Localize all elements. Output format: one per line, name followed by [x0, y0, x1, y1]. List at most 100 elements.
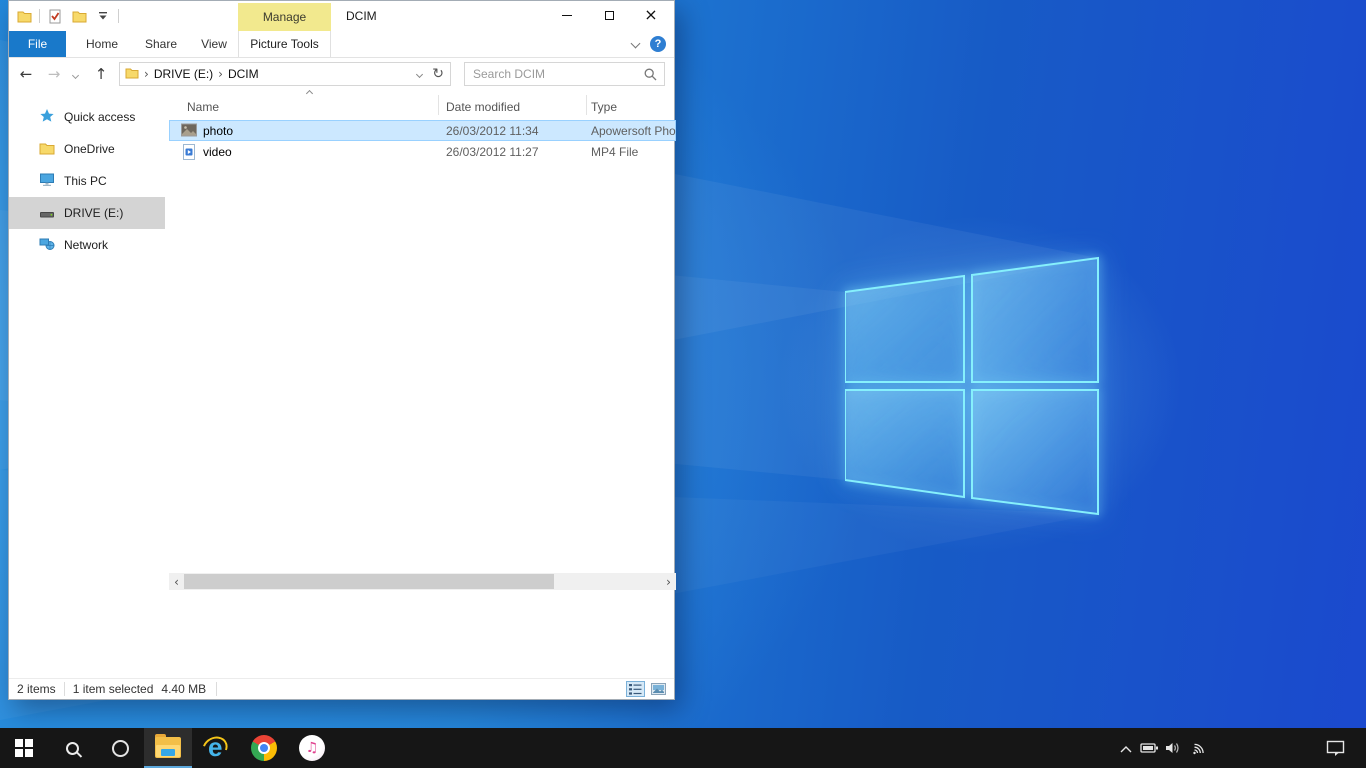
- file-date-modified: 26/03/2012 11:34: [446, 124, 539, 138]
- sidebar-item-label: DRIVE (E:): [64, 206, 123, 220]
- sidebar-item-network[interactable]: Network: [9, 229, 169, 261]
- scrollbar-thumb[interactable]: [184, 574, 554, 589]
- action-center-icon: [1326, 740, 1346, 757]
- taskbar-file-explorer-button[interactable]: [144, 728, 192, 768]
- taskbar-search-button[interactable]: [48, 728, 96, 768]
- breadcrumb-drive[interactable]: DRIVE (E:): [154, 67, 213, 81]
- search-icon: [66, 742, 79, 755]
- taskbar-chrome-button[interactable]: [240, 728, 288, 768]
- breadcrumb-chevron: ›: [139, 67, 154, 81]
- back-button[interactable]: ←: [14, 61, 38, 87]
- view-switcher: [626, 681, 668, 697]
- tab-file[interactable]: File: [9, 31, 66, 57]
- breadcrumb-folder-icon: [120, 66, 139, 82]
- tab-view[interactable]: View: [189, 31, 239, 57]
- sort-ascending-icon[interactable]: [307, 91, 315, 97]
- breadcrumb-dcim[interactable]: DCIM: [228, 67, 259, 81]
- navigation-toolbar: ← → ↑ › DRIVE (E:) › DCIM ↻: [9, 58, 674, 91]
- sidebar-item-drive-e[interactable]: DRIVE (E:): [9, 197, 165, 229]
- manage-contextual-group[interactable]: Manage: [238, 3, 331, 31]
- scroll-left-arrow[interactable]: ‹: [169, 573, 184, 590]
- thumbnails-view-button[interactable]: [649, 681, 668, 697]
- recent-locations-button[interactable]: [68, 70, 82, 80]
- column-divider[interactable]: [586, 95, 587, 115]
- maximize-button[interactable]: [588, 1, 630, 29]
- navigation-pane: Quick access OneDrive This PC: [9, 101, 169, 261]
- quick-access-star-icon: [39, 108, 55, 126]
- sidebar-item-onedrive[interactable]: OneDrive: [9, 133, 169, 165]
- horizontal-scrollbar[interactable]: ‹ ›: [169, 573, 676, 590]
- file-type: Apowersoft Pho: [591, 124, 676, 138]
- address-bar[interactable]: › DRIVE (E:) › DCIM ↻: [119, 62, 451, 86]
- tab-home[interactable]: Home: [71, 31, 133, 57]
- desktop: Manage DCIM × File Home Share View Pictu…: [0, 0, 1366, 768]
- thumbnails-view-icon: [651, 683, 666, 695]
- chevron-up-icon: [1119, 745, 1133, 754]
- expand-ribbon-button[interactable]: [632, 40, 640, 48]
- customize-toolbar-icon[interactable]: [94, 7, 112, 25]
- internet-explorer-icon: e: [201, 734, 231, 762]
- window-title: DCIM: [346, 9, 377, 23]
- forward-button[interactable]: →: [42, 61, 66, 87]
- chevron-down-icon: [71, 71, 78, 78]
- battery-icon: [1140, 740, 1160, 756]
- search-input[interactable]: [473, 63, 638, 85]
- column-divider[interactable]: [438, 95, 439, 115]
- sidebar-item-label: This PC: [64, 174, 107, 188]
- qat-separator: [118, 9, 119, 23]
- action-center-button[interactable]: [1326, 740, 1346, 760]
- monitor-icon: [39, 172, 55, 190]
- titlebar[interactable]: Manage DCIM ×: [9, 1, 674, 31]
- hidden-icons-button[interactable]: [1119, 743, 1133, 757]
- taskbar: e ♫: [0, 728, 1366, 768]
- close-icon: ×: [644, 7, 657, 23]
- close-button[interactable]: ×: [630, 1, 672, 29]
- start-button[interactable]: [0, 728, 48, 768]
- battery-indicator[interactable]: [1140, 740, 1160, 759]
- address-dropdown-button[interactable]: [417, 72, 422, 77]
- up-button[interactable]: ↑: [89, 61, 113, 87]
- selection-size: 4.40 MB: [161, 682, 206, 696]
- refresh-button[interactable]: ↻: [432, 66, 444, 82]
- volume-indicator[interactable]: [1165, 740, 1183, 759]
- taskbar-itunes-button[interactable]: ♫: [288, 728, 336, 768]
- window-controls: ×: [546, 1, 672, 29]
- file-date-modified: 26/03/2012 11:27: [446, 145, 539, 159]
- speaker-icon: [1165, 740, 1183, 756]
- details-view-button[interactable]: [626, 681, 645, 697]
- file-explorer-window: Manage DCIM × File Home Share View Pictu…: [8, 0, 675, 700]
- sidebar-item-quick-access[interactable]: Quick access: [9, 101, 169, 133]
- column-header-type[interactable]: Type: [591, 93, 676, 117]
- explorer-folder-icon[interactable]: [15, 7, 33, 25]
- new-folder-icon[interactable]: [70, 7, 88, 25]
- chevron-up-icon: [306, 90, 313, 97]
- scroll-right-arrow[interactable]: ›: [661, 573, 676, 590]
- file-row-photo[interactable]: photo 26/03/2012 11:34 Apowersoft Pho: [169, 120, 676, 141]
- sidebar-item-label: Quick access: [64, 110, 135, 124]
- taskbar-internet-explorer-button[interactable]: e: [192, 728, 240, 768]
- sidebar-item-label: OneDrive: [64, 142, 115, 156]
- drive-icon: [39, 204, 55, 222]
- tab-picture-tools[interactable]: Picture Tools: [238, 31, 331, 57]
- column-header-date-modified[interactable]: Date modified: [446, 93, 578, 117]
- network-indicator[interactable]: [1191, 740, 1209, 759]
- ribbon-tab-row: File Home Share View Picture Tools ?: [9, 31, 674, 58]
- cortana-button[interactable]: [96, 728, 144, 768]
- qat-separator: [39, 9, 40, 23]
- chevron-down-icon: [416, 71, 423, 78]
- network-icon: [39, 236, 55, 254]
- help-button[interactable]: ?: [650, 36, 666, 52]
- status-divider: [216, 682, 217, 696]
- properties-icon[interactable]: [46, 7, 64, 25]
- sidebar-item-this-pc[interactable]: This PC: [9, 165, 169, 197]
- details-view-icon: [629, 684, 642, 695]
- tab-share[interactable]: Share: [133, 31, 189, 57]
- minimize-button[interactable]: [546, 1, 588, 29]
- minimize-icon: [562, 15, 572, 16]
- cortana-icon: [112, 740, 129, 757]
- file-explorer-icon: [155, 737, 181, 758]
- file-row-video[interactable]: video 26/03/2012 11:27 MP4 File: [169, 141, 676, 162]
- search-icon[interactable]: [644, 68, 657, 84]
- windows-logo: [845, 256, 1100, 518]
- file-name: video: [203, 145, 232, 159]
